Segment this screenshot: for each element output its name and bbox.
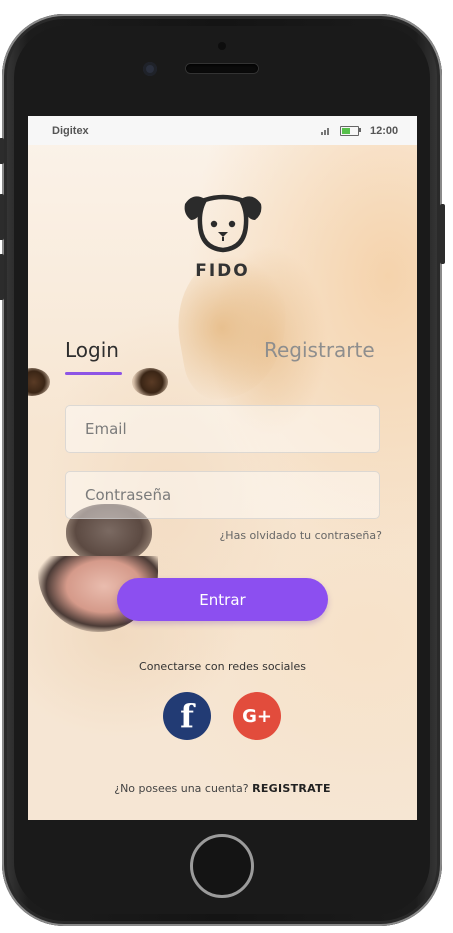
volume-down-button bbox=[0, 254, 4, 300]
battery-cap bbox=[359, 128, 361, 132]
tab-register[interactable]: Registrarte bbox=[264, 338, 375, 362]
active-tab-indicator bbox=[65, 372, 122, 375]
password-field[interactable] bbox=[65, 471, 380, 519]
carrier-name: Digitex bbox=[52, 125, 89, 137]
google-plus-button[interactable]: G+ bbox=[233, 692, 281, 740]
email-field[interactable] bbox=[65, 405, 380, 453]
earpiece-speaker bbox=[186, 64, 258, 73]
dog-eye bbox=[132, 368, 168, 396]
clock: 12:00 bbox=[370, 125, 399, 137]
dog-face-icon bbox=[184, 194, 262, 253]
mute-switch bbox=[0, 138, 4, 164]
signup-link[interactable]: REGISTRATE bbox=[252, 782, 331, 795]
social-login-title: Conectarse con redes sociales bbox=[139, 660, 306, 673]
google-plus-icon: G+ bbox=[242, 705, 272, 727]
signup-prompt-text: ¿No posees una cuenta? bbox=[114, 782, 249, 795]
volume-up-button bbox=[0, 194, 4, 240]
app-screen: Digitex 12:00 FIDO Login Registrarte ¿Ha… bbox=[28, 116, 417, 820]
signal-icon bbox=[321, 127, 331, 135]
home-button[interactable] bbox=[190, 834, 254, 898]
battery-icon bbox=[340, 126, 359, 136]
tab-login[interactable]: Login bbox=[65, 338, 119, 362]
forgot-password-link[interactable]: ¿Has olvidado tu contraseña? bbox=[219, 529, 382, 542]
dog-eye bbox=[28, 368, 50, 396]
power-button bbox=[440, 204, 445, 264]
proximity-sensor bbox=[218, 42, 226, 50]
facebook-icon: f bbox=[180, 697, 194, 735]
front-camera bbox=[143, 62, 157, 76]
app-name: FIDO bbox=[195, 261, 250, 281]
signup-prompt: ¿No posees una cuenta? REGISTRATE bbox=[28, 782, 417, 795]
status-bar: Digitex 12:00 bbox=[28, 116, 417, 145]
facebook-button[interactable]: f bbox=[163, 692, 211, 740]
login-button[interactable]: Entrar bbox=[117, 578, 328, 621]
